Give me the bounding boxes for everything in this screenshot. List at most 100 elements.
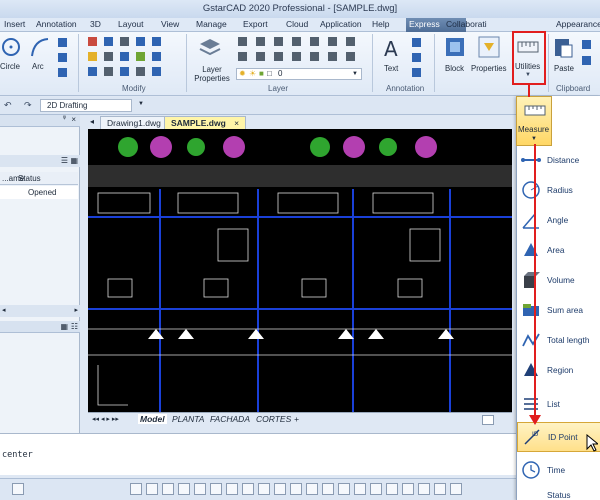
block-label[interactable]: Block (445, 64, 464, 73)
layer-tool-icon[interactable] (274, 37, 283, 46)
status-toggle-icon[interactable] (210, 483, 222, 495)
status-toggle-icon[interactable] (242, 483, 254, 495)
menu-express[interactable]: Express (409, 19, 440, 29)
workspace-selector[interactable]: 2D Drafting (40, 99, 132, 112)
layer-tool-icon[interactable] (346, 37, 355, 46)
mirror-icon[interactable] (120, 37, 129, 46)
menu-help[interactable]: Help (372, 19, 389, 29)
close-icon[interactable]: × (71, 115, 76, 124)
text-icon[interactable]: A (380, 36, 404, 60)
undo-icon[interactable]: ↶ (4, 100, 12, 111)
arc-icon[interactable] (30, 36, 50, 58)
cad-drawing[interactable] (88, 129, 512, 412)
tab-nav-icon[interactable]: ◂◂ ◂ ▸ ▸▸ (92, 415, 119, 423)
copy-clip-icon[interactable] (582, 56, 591, 65)
tab-drawing1[interactable]: Drawing1.dwg (100, 116, 168, 129)
chevron-left-icon[interactable]: ◂ (2, 306, 6, 314)
layer-tool-icon[interactable] (256, 52, 265, 61)
trim-icon[interactable] (120, 52, 129, 61)
menu-application[interactable]: Application (320, 19, 362, 29)
menu-export[interactable]: Export (243, 19, 268, 29)
table-row[interactable]: Opened (0, 186, 78, 199)
tab-sample[interactable]: SAMPLE.dwg × (164, 116, 247, 129)
layer-tool-icon[interactable] (310, 37, 319, 46)
array-icon[interactable] (152, 37, 161, 46)
status-toggle-icon[interactable] (338, 483, 350, 495)
erase-icon[interactable] (88, 37, 97, 46)
menu-view[interactable]: View (161, 19, 179, 29)
menu-3d[interactable]: 3D (90, 19, 101, 29)
paste-label[interactable]: Paste (554, 64, 574, 73)
chevron-left-icon[interactable]: ◂ (90, 117, 94, 126)
stretch-icon[interactable] (88, 67, 97, 76)
scrollbar-thumb[interactable] (482, 415, 494, 425)
measure-item-sum-area[interactable]: Sum area (517, 296, 600, 326)
circle-icon[interactable] (2, 36, 22, 58)
text-label[interactable]: Text (384, 64, 398, 73)
layer-properties-icon[interactable] (198, 36, 222, 58)
extend-icon[interactable] (136, 52, 145, 61)
status-toggle-icon[interactable] (290, 483, 302, 495)
copy-icon[interactable] (104, 37, 113, 46)
status-toggle-icon[interactable] (194, 483, 206, 495)
tab-planta[interactable]: PLANTA (172, 414, 204, 424)
status-toggle-icon[interactable] (450, 483, 462, 495)
measure-item-time[interactable]: Time (517, 456, 600, 486)
tab-fachada[interactable]: FACHADA (210, 414, 250, 424)
measure-item-radius[interactable]: Radius (517, 176, 600, 206)
status-toggle-icon[interactable] (402, 483, 414, 495)
panel-scrollbar[interactable]: ◂ ▸ (0, 305, 80, 317)
status-toggle-icon[interactable] (258, 483, 270, 495)
layer-tool-icon[interactable] (256, 37, 265, 46)
status-toggle-icon[interactable] (434, 483, 446, 495)
layer-selector[interactable]: ✹ ☀ ■ □ 0 ▼ (236, 68, 362, 80)
status-toggle-icon[interactable] (274, 483, 286, 495)
column-header-status[interactable]: Status (18, 174, 41, 183)
drawing-canvas[interactable] (88, 129, 512, 412)
menu-appearance[interactable]: Appearance (556, 19, 600, 29)
menu-layout[interactable]: Layout (118, 19, 144, 29)
draw-tool-icon[interactable] (58, 38, 67, 47)
scale-icon[interactable] (104, 67, 113, 76)
tab-model[interactable]: Model (138, 414, 167, 424)
status-toggle-icon[interactable] (178, 483, 190, 495)
status-toggle-icon[interactable] (130, 483, 142, 495)
block-icon[interactable] (444, 36, 466, 58)
grid-view-icon[interactable]: ▦ (70, 156, 78, 165)
table-icon[interactable] (412, 68, 421, 77)
fillet-icon[interactable] (152, 52, 161, 61)
measure-item-distance[interactable]: Distance (517, 146, 600, 176)
status-toggle-icon[interactable] (12, 483, 24, 495)
measure-item-status[interactable]: Status (517, 486, 600, 500)
rotate-icon[interactable] (104, 52, 113, 61)
list-view-icon[interactable]: ☰ (61, 156, 68, 165)
menu-annotation[interactable]: Annotation (36, 19, 77, 29)
explode-icon[interactable] (136, 67, 145, 76)
chevron-right-icon[interactable]: ▸ (74, 306, 78, 314)
status-toggle-icon[interactable] (306, 483, 318, 495)
status-toggle-icon[interactable] (386, 483, 398, 495)
measure-button[interactable]: Measure ▼ (516, 96, 552, 146)
pin-icon[interactable]: ᵠ (63, 115, 66, 122)
draw-tool-icon[interactable] (58, 53, 67, 62)
status-toggle-icon[interactable] (354, 483, 366, 495)
layer-tool-icon[interactable] (292, 37, 301, 46)
menu-collaboration[interactable]: Collaborati (446, 19, 487, 29)
chevron-down-icon[interactable]: ▼ (138, 101, 144, 107)
menu-manage[interactable]: Manage (196, 19, 227, 29)
layer-tool-icon[interactable] (328, 52, 337, 61)
status-toggle-icon[interactable] (370, 483, 382, 495)
properties-label[interactable]: Properties (471, 64, 507, 73)
status-toggle-icon[interactable] (418, 483, 430, 495)
draw-tool-icon[interactable] (58, 68, 67, 77)
measure-item-area[interactable]: Area (517, 236, 600, 266)
layer-tool-icon[interactable] (274, 52, 283, 61)
measure-item-region[interactable]: Region (517, 356, 600, 386)
menu-cloud[interactable]: Cloud (286, 19, 308, 29)
properties-icon[interactable] (478, 36, 500, 58)
redo-icon[interactable]: ↷ (24, 100, 32, 111)
measure-item-angle[interactable]: Angle (517, 206, 600, 236)
layer-tool-icon[interactable] (292, 52, 301, 61)
grid-view-icon[interactable]: ▦ (60, 322, 68, 331)
layer-tool-icon[interactable] (346, 52, 355, 61)
